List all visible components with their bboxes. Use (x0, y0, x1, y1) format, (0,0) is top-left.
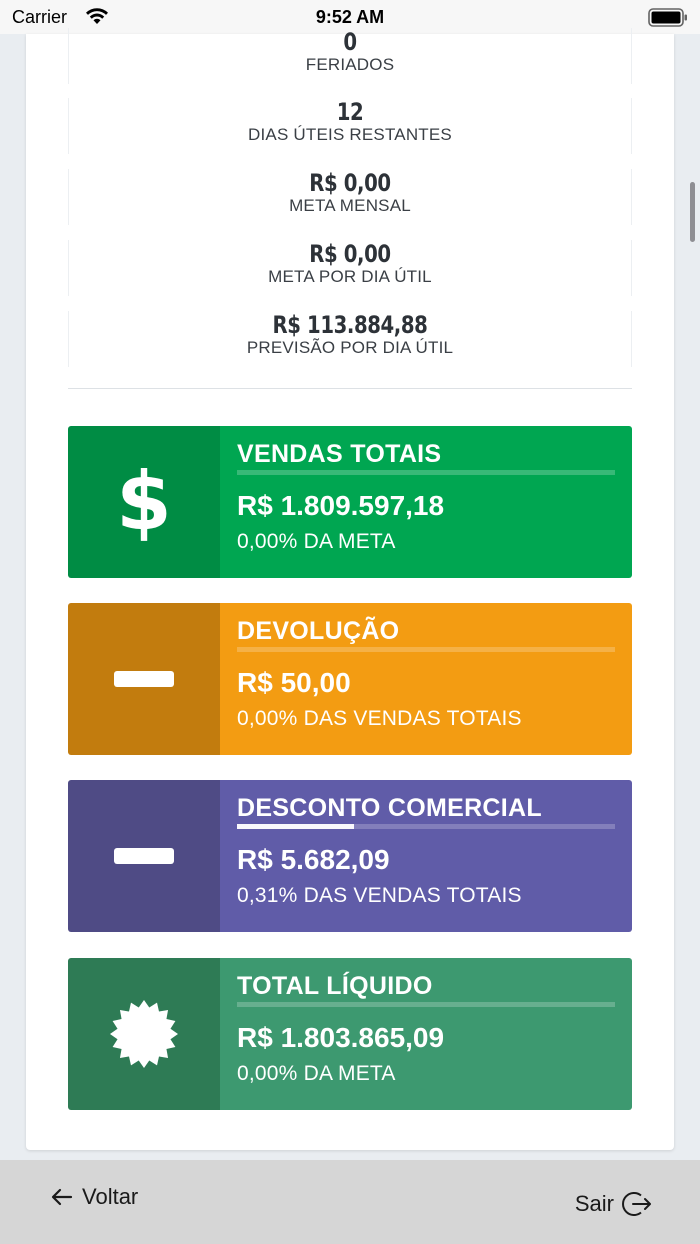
logout-label: Sair (574, 1191, 614, 1216)
divider (68, 388, 632, 389)
kpi-value: R$ 1.809.597,18 (237, 490, 445, 521)
battery-icon (648, 8, 687, 27)
stat-monthly-goal: R$ 0,00 META MENSAL (68, 169, 632, 225)
back-label: Voltar (82, 1184, 139, 1209)
kpi-icon-box (68, 603, 220, 755)
stat-label: PREVISÃO POR DIA ÚTIL (246, 338, 454, 357)
kpi-title: DESCONTO COMERCIAL (237, 794, 542, 822)
kpi-returns: DEVOLUÇÃO R$ 50,00 0,00% DAS VENDAS TOTA… (68, 603, 632, 755)
kpi-net-total: TOTAL LÍQUIDO R$ 1.803.865,09 0,00% DA M… (68, 958, 632, 1110)
kpi-description: 0,00% DA META (237, 1062, 396, 1085)
stat-value: 0 (343, 28, 357, 56)
kpi-progress-fill (237, 824, 355, 829)
kpi-title: DEVOLUÇÃO (237, 617, 400, 645)
clock: 9:52 AM (315, 7, 385, 27)
stat-value: R$ 0,00 (309, 240, 391, 268)
kpi-value: R$ 5.682,09 (237, 844, 390, 875)
kpi-icon-box (68, 958, 220, 1110)
stat-label: FERIADOS (305, 55, 395, 74)
kpi-title: TOTAL LÍQUIDO (237, 972, 433, 1000)
certificate-icon (110, 1000, 178, 1068)
kpi-value: R$ 50,00 (237, 667, 351, 698)
stat-remaining-business-days: 12 DIAS ÚTEIS RESTANTES (68, 98, 632, 154)
stat-label: DIAS ÚTEIS RESTANTES (248, 125, 452, 144)
stat-forecast-per-day: R$ 113.884,88 PREVISÃO POR DIA ÚTIL (68, 311, 632, 367)
stat-holidays: 0 FERIADOS (68, 28, 632, 84)
kpi-body: DEVOLUÇÃO R$ 50,00 0,00% DAS VENDAS TOTA… (220, 603, 632, 755)
kpi-progress-bar (237, 470, 615, 475)
dollar-icon: $ (116, 455, 172, 548)
stat-label: META POR DIA ÚTIL (268, 267, 432, 286)
kpi-description: 0,31% DAS VENDAS TOTAIS (237, 884, 522, 907)
kpi-value: R$ 1.803.865,09 (237, 1022, 445, 1053)
minus-icon (114, 848, 174, 864)
stat-goal-per-day: R$ 0,00 META POR DIA ÚTIL (68, 240, 632, 296)
kpi-progress-bar (237, 1002, 615, 1007)
logout-icon (622, 1192, 651, 1216)
kpi-icon-box: $ (68, 426, 220, 578)
bottom-toolbar: Voltar Sair (0, 1160, 700, 1244)
logout-button[interactable]: Sair (575, 1190, 652, 1218)
kpi-body: TOTAL LÍQUIDO R$ 1.803.865,09 0,00% DA M… (220, 958, 632, 1110)
kpi-title: VENDAS TOTAIS (237, 440, 442, 468)
kpi-body: VENDAS TOTAIS R$ 1.809.597,18 0,00% DA M… (220, 426, 632, 578)
scroll-indicator[interactable] (690, 182, 695, 242)
stat-value: R$ 113.884,88 (272, 311, 428, 339)
arrow-left-icon (51, 1188, 73, 1206)
kpi-progress-bar (237, 647, 615, 652)
kpi-body: DESCONTO COMERCIAL R$ 5.682,09 0,31% DAS… (220, 780, 632, 932)
kpi-total-sales: $ VENDAS TOTAIS R$ 1.809.597,18 0,00% DA… (68, 426, 632, 578)
kpi-progress-bar (237, 824, 615, 829)
stat-value: 12 (336, 98, 364, 126)
back-button[interactable]: Voltar (50, 1184, 138, 1210)
kpi-description: 0,00% DA META (237, 530, 396, 553)
stat-value: R$ 0,00 (309, 169, 391, 197)
kpi-description: 0,00% DAS VENDAS TOTAIS (237, 707, 522, 730)
dashboard-card: 0 FERIADOS 12 DIAS ÚTEIS RESTANTES R$ 0,… (26, 28, 674, 1150)
stat-label: META MENSAL (289, 196, 411, 215)
minus-icon (114, 671, 174, 687)
kpi-icon-box (68, 780, 220, 932)
kpi-commercial-discount: DESCONTO COMERCIAL R$ 5.682,09 0,31% DAS… (68, 780, 632, 932)
